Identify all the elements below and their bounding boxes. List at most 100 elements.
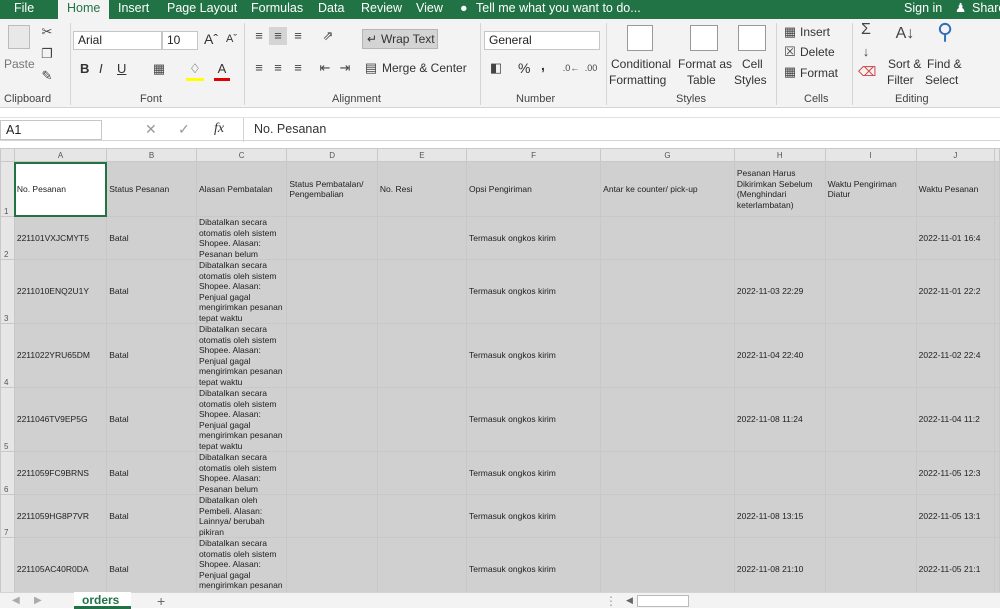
align-bottom-icon[interactable]: ≡ <box>289 27 307 45</box>
function-icon[interactable]: fx <box>214 121 224 137</box>
cell[interactable] <box>600 494 735 538</box>
copy-icon[interactable]: ❐ <box>40 45 54 63</box>
cell[interactable]: Dibatalkan oleh Pembeli. Alasan: Lainnya… <box>195 494 288 538</box>
find-select-label-1[interactable]: Find & <box>927 57 962 71</box>
column-header[interactable]: D <box>286 148 378 162</box>
cell[interactable] <box>286 259 378 324</box>
grow-font-icon[interactable]: Aˆ <box>204 31 218 47</box>
cell[interactable] <box>286 494 378 538</box>
shrink-font-icon[interactable]: Aˇ <box>226 33 237 45</box>
align-left-icon[interactable]: ≡ <box>250 59 268 77</box>
increase-indent-icon[interactable]: ⇥ <box>336 59 354 77</box>
cell[interactable] <box>600 216 735 260</box>
cell[interactable]: Batal <box>106 323 197 388</box>
tab-home[interactable]: Home <box>58 0 110 19</box>
cut-icon[interactable]: ✂ <box>40 23 54 41</box>
cell[interactable]: 2022-11-05 12:3 <box>915 451 996 495</box>
font-name-select[interactable]: Arial <box>73 31 162 50</box>
cell[interactable]: Batal <box>106 387 197 452</box>
cell[interactable]: Dibatalkan secara otomatis oleh sistem S… <box>195 323 288 388</box>
cell[interactable] <box>824 259 917 324</box>
orientation-icon[interactable]: ⇗ <box>316 27 340 45</box>
column-header[interactable]: E <box>376 148 467 162</box>
cell[interactable] <box>376 323 467 388</box>
header-cell[interactable]: Status Pembatalan/ Pengembalian <box>286 161 378 217</box>
row-header[interactable]: 4 <box>0 323 15 388</box>
tab-view[interactable]: View <box>416 0 443 19</box>
format-cells-button[interactable]: Format <box>800 66 838 80</box>
tab-file[interactable]: File <box>14 0 34 19</box>
find-select-label-2[interactable]: Select <box>925 73 958 87</box>
add-sheet-button[interactable]: + <box>157 593 165 609</box>
cell[interactable]: Batal <box>106 537 197 592</box>
row-header[interactable]: 7 <box>0 494 15 538</box>
cell[interactable]: Dibatalkan secara otomatis oleh sistem S… <box>195 537 288 592</box>
cell[interactable]: 2022-11-08 21:10 <box>733 537 826 592</box>
cell[interactable]: Dibatalkan secara otomatis oleh sistem S… <box>195 387 288 452</box>
cell[interactable] <box>824 216 917 260</box>
tell-me-search[interactable]: Tell me what you want to do... <box>476 0 641 19</box>
percent-button[interactable]: % <box>518 60 530 76</box>
cell[interactable] <box>286 387 378 452</box>
header-cell[interactable]: Opsi Pengiriman <box>465 161 602 217</box>
cell[interactable] <box>994 161 1000 217</box>
row-header[interactable]: 5 <box>0 387 15 452</box>
wrap-text-button[interactable]: ↵ Wrap Text <box>362 29 438 49</box>
cell[interactable]: Batal <box>106 451 197 495</box>
prev-sheet-icon[interactable]: ◀ <box>12 595 20 606</box>
format-as-table-label-1[interactable]: Format as <box>678 57 732 71</box>
cell[interactable]: Termasuk ongkos kirim <box>465 451 602 495</box>
align-right-icon[interactable]: ≡ <box>289 59 307 77</box>
cell[interactable]: 221105AC40R0DA <box>13 537 108 592</box>
borders-icon[interactable]: ▦ <box>150 60 168 78</box>
sort-filter-label-1[interactable]: Sort & <box>888 57 921 71</box>
tab-formulas[interactable]: Formulas <box>251 0 303 19</box>
cell[interactable] <box>994 494 1000 538</box>
cell[interactable]: Batal <box>106 216 197 260</box>
cell[interactable]: Termasuk ongkos kirim <box>465 323 602 388</box>
cell[interactable] <box>286 216 378 260</box>
header-cell[interactable]: Pesanan Harus Dikirimkan Sebelum (Menghi… <box>733 161 826 217</box>
decrease-indent-icon[interactable]: ⇤ <box>316 59 334 77</box>
format-painter-icon[interactable]: ✎ <box>40 67 54 85</box>
column-header[interactable]: C <box>195 148 288 162</box>
cell[interactable]: 2211046TV9EP5G <box>13 387 108 452</box>
column-header[interactable]: J <box>915 148 996 162</box>
tab-review[interactable]: Review <box>361 0 402 19</box>
cell[interactable]: Termasuk ongkos kirim <box>465 216 602 260</box>
cell[interactable] <box>994 387 1000 452</box>
scroll-left-icon[interactable]: ◀ <box>626 595 633 606</box>
align-middle-icon[interactable]: ≡ <box>269 27 287 45</box>
bold-button[interactable]: B <box>80 61 89 76</box>
cell[interactable] <box>994 259 1000 324</box>
column-header[interactable]: G <box>600 148 735 162</box>
column-header[interactable]: A <box>13 148 108 162</box>
tab-insert[interactable]: Insert <box>118 0 149 19</box>
cell[interactable] <box>600 323 735 388</box>
cell[interactable]: 2022-11-02 22:4 <box>915 323 996 388</box>
cell[interactable] <box>600 387 735 452</box>
sign-in-link[interactable]: Sign in <box>904 0 942 19</box>
cell[interactable] <box>376 494 467 538</box>
cancel-icon[interactable]: ✕ <box>145 121 157 138</box>
row-header[interactable]: 8 <box>0 537 15 592</box>
cell[interactable]: Batal <box>106 494 197 538</box>
cell[interactable] <box>994 537 1000 592</box>
clear-icon[interactable]: ⌫ <box>858 63 876 81</box>
cell[interactable] <box>600 259 735 324</box>
row-header[interactable]: 3 <box>0 259 15 324</box>
number-format-select[interactable]: General <box>484 31 600 50</box>
cell[interactable]: 2211059HG8P7VR <box>13 494 108 538</box>
cell[interactable] <box>376 537 467 592</box>
cell[interactable] <box>376 451 467 495</box>
cell[interactable] <box>994 216 1000 260</box>
cell[interactable]: 2022-11-03 22:29 <box>733 259 826 324</box>
cell[interactable]: 2211059FC9BRNS <box>13 451 108 495</box>
decrease-decimal-icon[interactable]: .00 <box>582 59 600 77</box>
cell[interactable]: Termasuk ongkos kirim <box>465 387 602 452</box>
column-header[interactable]: F <box>465 148 602 162</box>
fill-icon[interactable]: ↓ <box>858 43 874 61</box>
header-cell[interactable]: No. Resi <box>376 161 467 217</box>
row-header[interactable]: 6 <box>0 451 15 495</box>
cell[interactable]: 2022-11-01 16:4 <box>915 216 996 260</box>
